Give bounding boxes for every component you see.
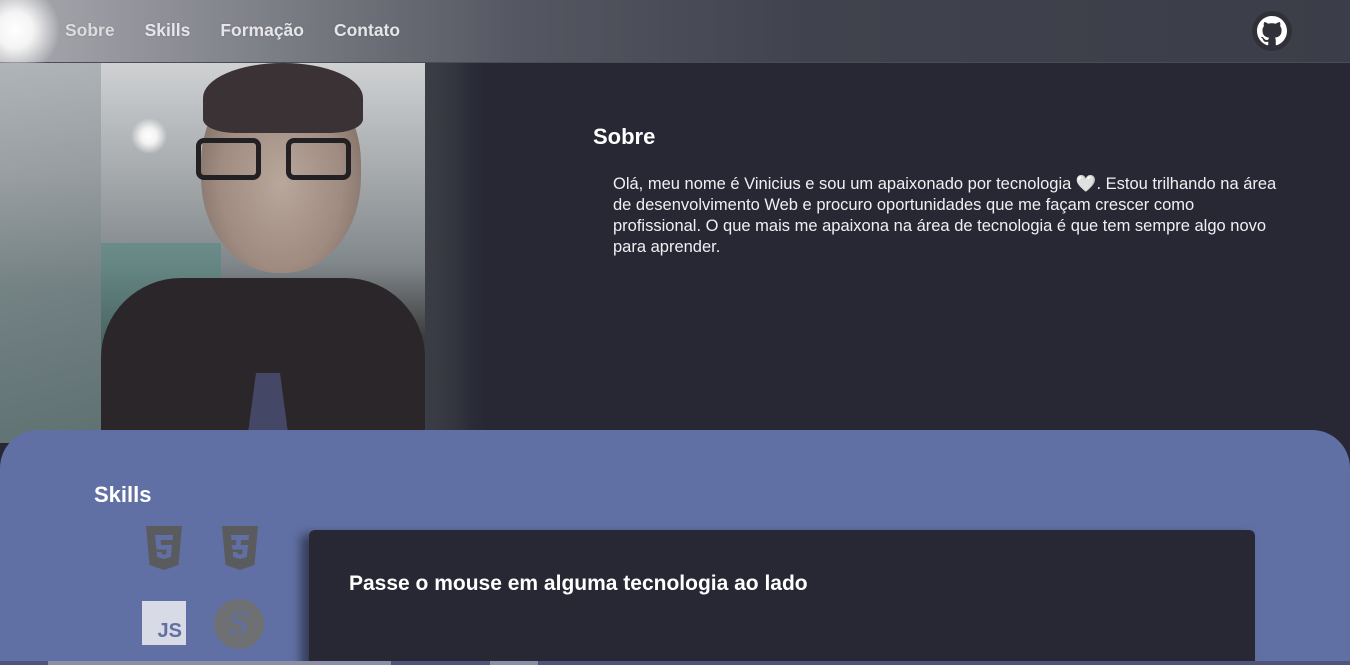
github-icon <box>1257 16 1287 46</box>
profile-photo <box>101 63 425 430</box>
javascript-icon[interactable]: JS <box>142 601 186 645</box>
nav-link-contato[interactable]: Contato <box>334 20 400 41</box>
horizontal-scrollbar[interactable] <box>0 661 1350 665</box>
sass-icon[interactable]: S <box>214 599 264 649</box>
nav-link-skills[interactable]: Skills <box>145 20 191 41</box>
nav-link-sobre[interactable]: Sobre <box>65 20 115 41</box>
photo-fade <box>425 63 485 443</box>
html5-icon[interactable] <box>144 526 184 570</box>
about-title: Sobre <box>593 124 656 149</box>
top-navbar: Sobre Skills Formação Contato <box>0 0 1350 63</box>
skills-section: Skills JS S Passe o mouse em alguma tecn… <box>0 430 1350 665</box>
css3-icon[interactable] <box>220 526 260 570</box>
header-light-glow <box>0 0 60 63</box>
photo-blurred-edge <box>0 63 101 443</box>
tech-panel-hint: Passe o mouse em alguma tecnologia ao la… <box>349 572 808 595</box>
nav-link-formacao[interactable]: Formação <box>220 20 304 41</box>
tech-description-panel: Passe o mouse em alguma tecnologia ao la… <box>309 530 1255 665</box>
skills-title: Skills <box>94 482 152 507</box>
main-nav: Sobre Skills Formação Contato <box>65 20 400 41</box>
about-text: Olá, meu nome é Vinicius e sou um apaixo… <box>613 175 1277 256</box>
github-link[interactable] <box>1252 11 1292 51</box>
